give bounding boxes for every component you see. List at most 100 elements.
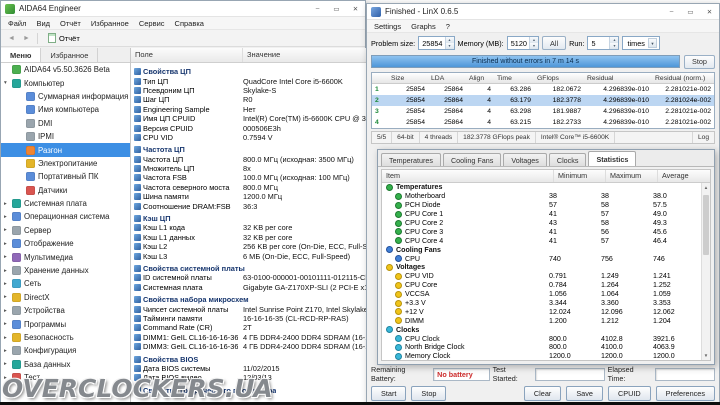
tree-item[interactable]: Программы bbox=[1, 317, 130, 330]
sensor-tab[interactable]: Clocks bbox=[548, 153, 587, 166]
tree-expand-icon[interactable] bbox=[4, 321, 12, 327]
scroll-up-icon[interactable]: ▲ bbox=[702, 183, 710, 192]
problem-size-spinner[interactable]: ▲ ▼ bbox=[444, 37, 454, 49]
time-column-header[interactable]: Time bbox=[494, 75, 534, 82]
sensor-tab[interactable]: Voltages bbox=[503, 153, 547, 166]
statistics-row[interactable]: DIMM 1.200 1.212 1.204 bbox=[382, 316, 701, 325]
statistics-row[interactable]: CPU 740 756 746 bbox=[382, 254, 701, 263]
statistics-row[interactable]: CPU Core 3 41 56 45.6 bbox=[382, 227, 701, 236]
chevron-down-icon[interactable]: ▼ bbox=[647, 38, 657, 48]
tree-item[interactable]: Безопасность bbox=[1, 331, 130, 344]
statistics-row[interactable]: Clocks bbox=[382, 325, 701, 334]
tree-expand-icon[interactable] bbox=[4, 281, 12, 287]
linx-button[interactable]: Start bbox=[371, 386, 407, 401]
tree-expand-icon[interactable] bbox=[4, 227, 12, 233]
back-icon[interactable]: ◄ bbox=[5, 35, 18, 42]
linx-button[interactable]: Preferences bbox=[655, 386, 715, 401]
close-icon[interactable]: ✕ bbox=[346, 1, 365, 16]
statistics-row[interactable]: North Bridge Clock 800.0 4100.0 4063.9 bbox=[382, 343, 701, 352]
forward-icon[interactable]: ► bbox=[20, 35, 33, 42]
linx-button[interactable]: CPUID bbox=[607, 386, 651, 401]
result-row[interactable]: 1 25854 25864 4 63.286 182.0672 4.296839… bbox=[372, 84, 714, 95]
tree-item[interactable]: Суммарная информация bbox=[1, 90, 130, 103]
menu-item[interactable]: Избранное bbox=[86, 19, 134, 28]
menu-item[interactable]: Сервис bbox=[134, 19, 170, 28]
tree-expand-icon[interactable] bbox=[4, 335, 12, 341]
statistics-row[interactable]: CPU Core 1 41 57 49.0 bbox=[382, 210, 701, 219]
align-column-header[interactable]: Align bbox=[466, 75, 494, 82]
tree-item[interactable]: База данных bbox=[1, 358, 130, 371]
spin-down-icon[interactable]: ▼ bbox=[445, 43, 454, 49]
minimize-icon[interactable]: – bbox=[662, 4, 681, 19]
result-row[interactable]: 4 25854 25864 4 63.215 182.2733 4.296839… bbox=[372, 117, 714, 128]
residual-norm-column-header[interactable]: Residual (norm.) bbox=[652, 75, 714, 82]
run-count-spinner[interactable]: ▲ ▼ bbox=[609, 37, 619, 49]
tree-item[interactable]: Имя компьютера bbox=[1, 103, 130, 116]
statistics-row[interactable]: Cooling Fans bbox=[382, 245, 701, 254]
residual-column-header[interactable]: Residual bbox=[584, 75, 652, 82]
tree-item[interactable]: Хранение данных bbox=[1, 264, 130, 277]
tree-item[interactable]: Портативный ПК bbox=[1, 170, 130, 183]
tree-item[interactable]: DirectX bbox=[1, 291, 130, 304]
tree-expand-icon[interactable] bbox=[4, 348, 12, 354]
tree-expand-icon[interactable] bbox=[4, 201, 12, 207]
sensor-tab[interactable]: Cooling Fans bbox=[442, 153, 502, 166]
report-button[interactable]: Отчёт bbox=[42, 31, 86, 45]
statistics-row[interactable]: CPU Clock 800.0 4102.8 3921.6 bbox=[382, 334, 701, 343]
tree-item[interactable]: Сеть bbox=[1, 277, 130, 290]
tree-item[interactable]: Электропитание bbox=[1, 157, 130, 170]
tree-item[interactable]: Датчики bbox=[1, 184, 130, 197]
scrollbar-thumb[interactable] bbox=[703, 195, 709, 255]
menu-item[interactable]: Вид bbox=[31, 19, 55, 28]
all-button[interactable]: All bbox=[541, 36, 567, 50]
statistics-row[interactable]: PCH Diode 57 58 57.5 bbox=[382, 201, 701, 210]
spin-down-icon[interactable]: ▼ bbox=[529, 43, 538, 49]
statistics-row[interactable]: Voltages bbox=[382, 263, 701, 272]
menu-item[interactable]: Справка bbox=[170, 19, 209, 28]
tree-item[interactable]: DMI bbox=[1, 117, 130, 130]
tree-item[interactable]: Системная плата bbox=[1, 197, 130, 210]
problem-size-input[interactable]: 25854 ▲ ▼ bbox=[418, 36, 455, 50]
tree-item[interactable]: IPMI bbox=[1, 130, 130, 143]
tree-expand-icon[interactable] bbox=[4, 80, 12, 86]
menu-item[interactable]: Файл bbox=[3, 19, 31, 28]
minimize-icon[interactable]: – bbox=[308, 1, 327, 16]
scroll-down-icon[interactable]: ▼ bbox=[702, 351, 710, 360]
average-column-header[interactable]: Average bbox=[658, 170, 710, 182]
tree-item[interactable]: AIDA64 v5.50.3626 Beta bbox=[1, 63, 130, 76]
size-column-header[interactable]: Size bbox=[388, 75, 428, 82]
item-column-header[interactable]: Item bbox=[382, 170, 554, 182]
sensor-tab[interactable]: Temperatures bbox=[381, 153, 441, 166]
statistics-row[interactable]: VCCSA 1.056 1.064 1.059 bbox=[382, 290, 701, 299]
lda-column-header[interactable]: LDA bbox=[428, 75, 466, 82]
statistics-row[interactable]: CPU Core 0.784 1.264 1.252 bbox=[382, 281, 701, 290]
linx-titlebar[interactable]: Finished - LinX 0.6.5 – ▭ ✕ bbox=[367, 4, 719, 20]
tree-expand-icon[interactable] bbox=[4, 241, 12, 247]
tree-expand-icon[interactable] bbox=[4, 214, 12, 220]
tree-item[interactable]: Устройства bbox=[1, 304, 130, 317]
linx-button[interactable]: Stop bbox=[411, 386, 447, 401]
statistics-row[interactable]: +3.3 V 3.344 3.360 3.353 bbox=[382, 299, 701, 308]
result-row[interactable]: 2 25854 25864 4 63.179 182.3778 4.296839… bbox=[372, 95, 714, 106]
linx-button[interactable]: Save bbox=[566, 386, 603, 401]
menu-item[interactable]: Graphs bbox=[406, 22, 441, 31]
page-tab[interactable]: Избранное bbox=[41, 48, 99, 62]
tree-expand-icon[interactable] bbox=[4, 254, 12, 260]
statistics-row[interactable]: Memory Clock 1200.0 1200.0 1200.0 bbox=[382, 352, 701, 360]
spin-down-icon[interactable]: ▼ bbox=[610, 43, 619, 49]
tree-expand-icon[interactable] bbox=[4, 361, 12, 367]
tree-expand-icon[interactable] bbox=[4, 294, 12, 300]
statistics-row[interactable]: CPU Core 4 41 57 46.4 bbox=[382, 236, 701, 245]
menu-item[interactable]: Отчёт bbox=[55, 19, 86, 28]
aida64-titlebar[interactable]: AIDA64 Engineer – ▭ ✕ bbox=[1, 1, 365, 17]
run-count-input[interactable]: 5 ▲ ▼ bbox=[587, 36, 620, 50]
menu-item[interactable]: Settings bbox=[369, 22, 406, 31]
sensor-tab[interactable]: Statistics bbox=[588, 151, 637, 166]
tree-expand-icon[interactable] bbox=[4, 308, 12, 314]
page-tab[interactable]: Меню bbox=[1, 48, 42, 62]
statistics-row[interactable]: Temperatures bbox=[382, 183, 701, 192]
memory-spinner[interactable]: ▲ ▼ bbox=[528, 37, 538, 49]
minimum-column-header[interactable]: Minimum bbox=[554, 170, 606, 182]
tree-item[interactable]: Компьютер bbox=[1, 76, 130, 89]
maximize-icon[interactable]: ▭ bbox=[327, 1, 346, 16]
